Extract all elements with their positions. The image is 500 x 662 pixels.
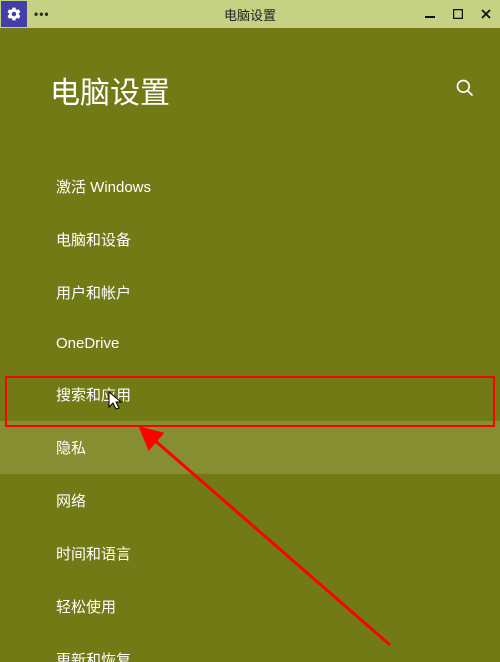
search-icon <box>455 78 475 98</box>
nav-item-search-apps[interactable]: 搜索和应用 <box>0 368 500 421</box>
nav-list: 激活 Windows 电脑和设备 用户和帐户 OneDrive 搜索和应用 隐私… <box>0 160 500 662</box>
nav-item-time-language[interactable]: 时间和语言 <box>0 527 500 580</box>
page-title: 电脑设置 <box>50 68 170 112</box>
close-button[interactable] <box>472 0 500 28</box>
nav-item-network[interactable]: 网络 <box>0 474 500 527</box>
titlebar-menu-dots[interactable]: ••• <box>34 7 50 21</box>
content-area: 电脑设置 激活 Windows 电脑和设备 用户和帐户 OneDrive 搜索和… <box>0 28 500 662</box>
minimize-icon <box>425 9 435 19</box>
nav-item-users-accounts[interactable]: 用户和帐户 <box>0 266 500 319</box>
nav-item-onedrive[interactable]: OneDrive <box>0 319 500 368</box>
close-icon <box>481 9 491 19</box>
search-button[interactable] <box>455 78 475 103</box>
settings-window: ••• 电脑设置 电脑设置 激活 Windows <box>0 0 500 662</box>
nav-item-activate-windows[interactable]: 激活 Windows <box>0 160 500 213</box>
nav-item-ease-access[interactable]: 轻松使用 <box>0 580 500 633</box>
nav-item-update-recovery[interactable]: 更新和恢复 <box>0 633 500 662</box>
app-icon <box>1 1 27 27</box>
header-row: 电脑设置 <box>0 28 500 112</box>
titlebar: ••• 电脑设置 <box>0 0 500 28</box>
nav-item-privacy[interactable]: 隐私 <box>0 421 500 474</box>
maximize-icon <box>453 9 463 19</box>
gear-icon <box>6 6 22 22</box>
maximize-button[interactable] <box>444 0 472 28</box>
nav-item-pc-devices[interactable]: 电脑和设备 <box>0 213 500 266</box>
window-controls <box>416 0 500 28</box>
minimize-button[interactable] <box>416 0 444 28</box>
